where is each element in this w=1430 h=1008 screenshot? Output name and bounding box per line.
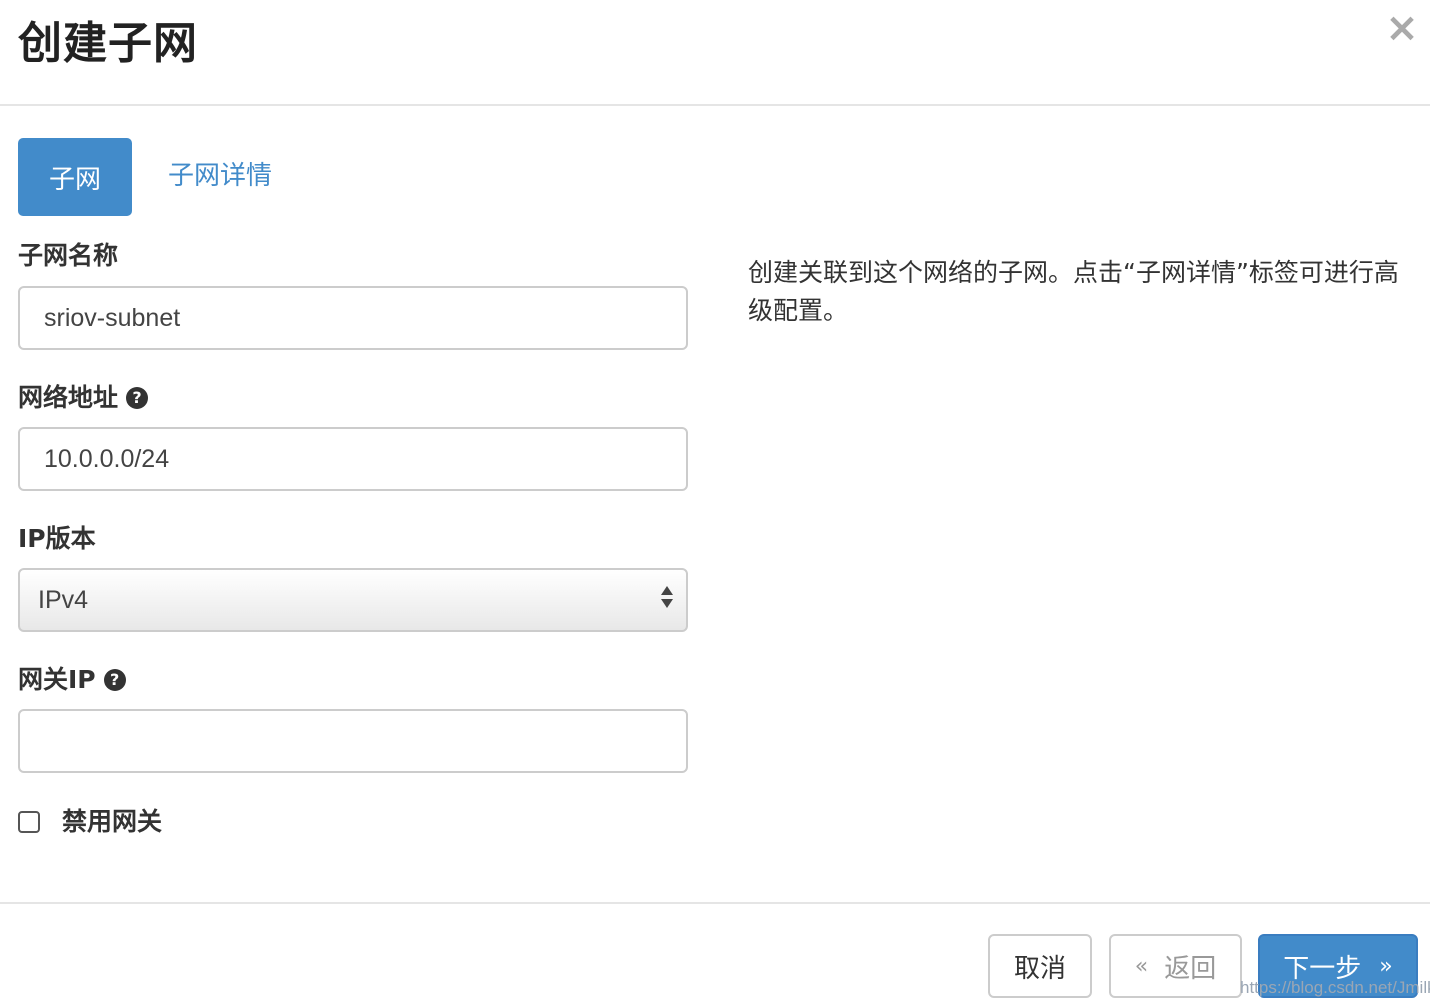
subnet-name-label-text: 子网名称 <box>18 241 119 270</box>
disable-gateway-row: 禁用网关 <box>18 804 162 840</box>
footer-divider <box>0 902 1430 904</box>
help-icon[interactable]: ? <box>126 387 149 409</box>
ip-version-select[interactable]: IPv4 <box>18 568 688 632</box>
network-address-input[interactable]: 10.0.0.0/24 <box>18 427 688 491</box>
subnet-name-label: 子网名称 <box>18 238 118 274</box>
network-address-label-text: 网络地址 <box>18 383 119 412</box>
close-icon[interactable]: × <box>1384 8 1420 48</box>
back-button[interactable]: « 返回 <box>1109 934 1242 998</box>
gateway-ip-label-text: 网关IP <box>18 665 96 694</box>
chevron-left-icon: « <box>1134 953 1149 979</box>
gateway-ip-label: 网关IP ? <box>18 662 126 698</box>
gateway-ip-input[interactable] <box>18 709 688 773</box>
cancel-label: 取消 <box>1013 953 1066 984</box>
watermark: https://blog.csdn.net/Jmilk <box>1240 978 1430 997</box>
ip-version-selected: IPv4 <box>38 585 89 614</box>
disable-gateway-checkbox[interactable] <box>18 811 40 833</box>
cancel-button[interactable]: 取消 <box>988 934 1092 998</box>
disable-gateway-label: 禁用网关 <box>62 807 163 836</box>
ip-version-label: IP版本 <box>18 521 96 557</box>
network-address-value: 10.0.0.0/24 <box>44 444 170 473</box>
dialog-title: 创建子网 <box>18 18 198 69</box>
dialog-header: 创建子网 × <box>0 0 1430 106</box>
help-description: 创建关联到这个网络的子网。点击“子网详情”标签可进行高级配置。 <box>748 258 1399 325</box>
ip-version-label-text: IP版本 <box>18 524 96 553</box>
tab-subnet-details[interactable]: 子网详情 <box>168 156 272 196</box>
select-arrows-icon <box>660 586 674 614</box>
help-icon[interactable]: ? <box>103 669 126 691</box>
tab-subnet[interactable]: 子网 <box>18 138 132 216</box>
back-label: 返回 <box>1164 953 1217 984</box>
network-address-label: 网络地址 ? <box>18 380 149 416</box>
subnet-name-value: sriov-subnet <box>44 303 181 332</box>
chevron-right-icon: » <box>1379 953 1393 979</box>
subnet-name-input[interactable]: sriov-subnet <box>18 286 688 350</box>
